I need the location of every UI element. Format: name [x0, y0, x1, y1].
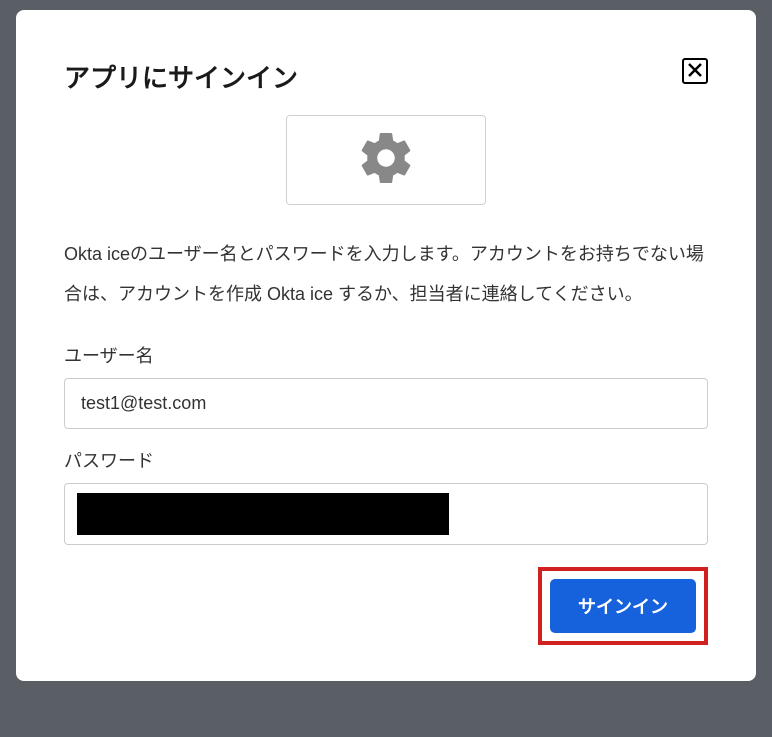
app-icon-container	[64, 115, 708, 205]
password-label: パスワード	[64, 447, 708, 473]
password-mask	[77, 493, 449, 535]
modal-header: アプリにサインイン	[64, 58, 708, 95]
signin-modal: アプリにサインイン Okta iceのユーザー名とパスワードを入力します。アカウ…	[16, 10, 756, 681]
highlight-box: サインイン	[538, 567, 708, 645]
password-input[interactable]	[64, 483, 708, 545]
description-text: Okta iceのユーザー名とパスワードを入力します。アカウントをお持ちでない場…	[64, 235, 708, 314]
signin-button[interactable]: サインイン	[550, 579, 696, 633]
username-label: ユーザー名	[64, 342, 708, 368]
modal-title: アプリにサインイン	[64, 58, 298, 95]
close-icon	[687, 62, 703, 81]
app-icon-box	[286, 115, 486, 205]
username-group: ユーザー名	[64, 342, 708, 429]
username-input[interactable]	[64, 378, 708, 429]
password-group: パスワード	[64, 447, 708, 545]
close-button[interactable]	[682, 58, 708, 84]
button-row: サインイン	[64, 567, 708, 645]
gear-icon	[356, 128, 416, 193]
